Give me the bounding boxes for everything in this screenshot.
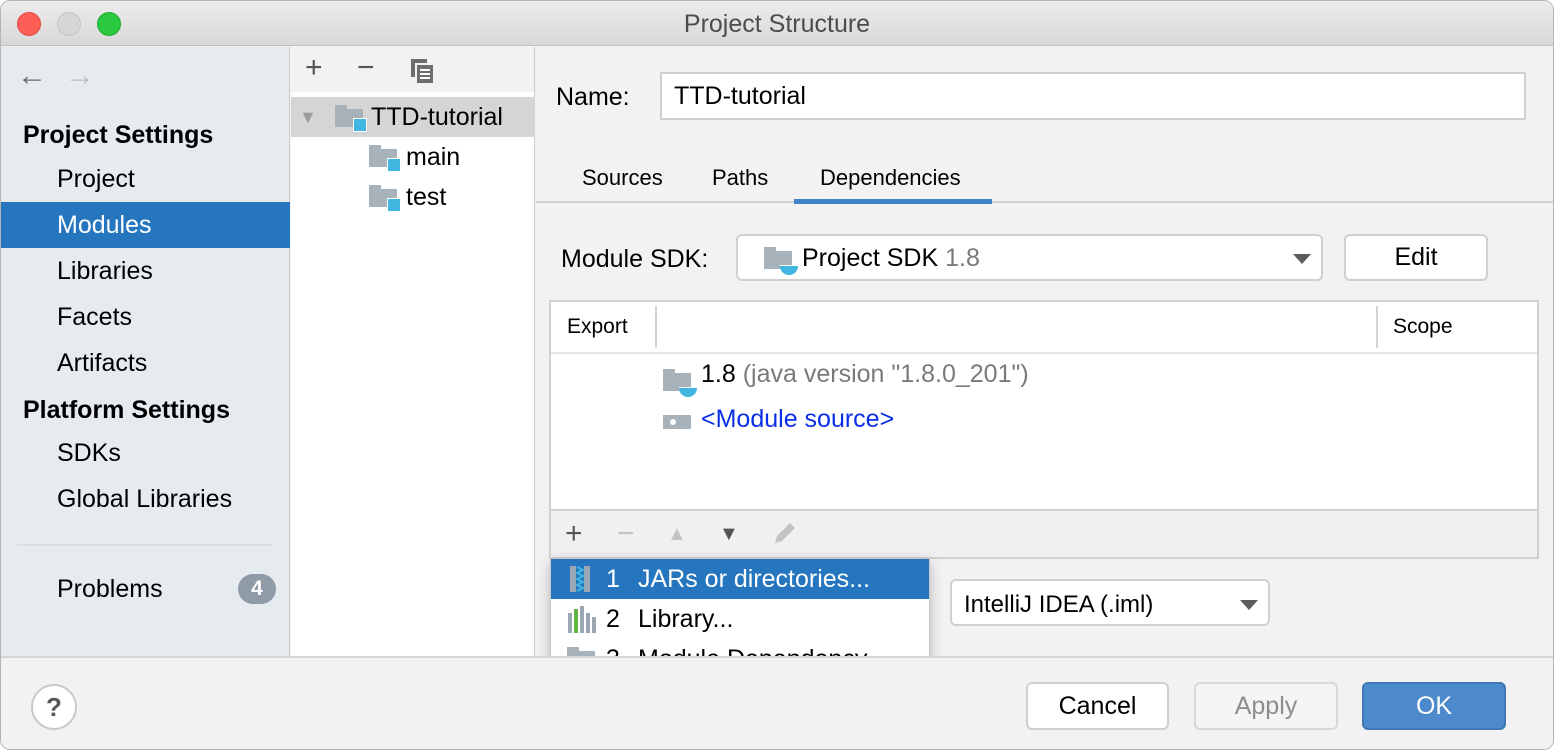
dialog-footer: ? Cancel Apply OK [1, 656, 1553, 749]
menu-item-library[interactable]: 2 Library... [551, 599, 929, 639]
chevron-down-icon [1240, 600, 1258, 610]
tree-node-test[interactable]: test [291, 177, 535, 217]
arrow-right-icon[interactable]: → [65, 59, 95, 93]
dependency-name: 1.8 [701, 360, 736, 388]
jar-icon [570, 566, 590, 592]
module-source-icon [663, 415, 691, 429]
sidebar-divider [17, 544, 273, 546]
tab-dependencies[interactable]: Dependencies [820, 165, 961, 191]
expand-toggle-icon[interactable]: ▼ [299, 97, 317, 137]
menu-item-number: 1 [606, 565, 620, 593]
tree-node-label: test [406, 183, 447, 211]
module-folder-icon [369, 144, 401, 172]
module-tree-panel: + − ▼ TTD-tutorial main test [291, 47, 535, 656]
arrow-left-icon[interactable]: ← [17, 59, 47, 93]
tree-node-main[interactable]: main [291, 137, 535, 177]
tree-node-label: main [406, 143, 461, 171]
project-structure-dialog: Project Structure ← → Project Settings Pr… [0, 0, 1554, 750]
chevron-down-icon [1293, 254, 1311, 264]
sidebar-item-modules[interactable]: Modules [1, 202, 290, 248]
sidebar-item-facets[interactable]: Facets [1, 294, 290, 340]
ok-button[interactable]: OK [1362, 682, 1506, 730]
menu-item-number: 2 [606, 605, 620, 633]
column-header-export[interactable]: Export [567, 302, 628, 352]
problems-label: Problems [57, 575, 163, 603]
remove-dependency-button[interactable]: − [617, 517, 635, 551]
menu-item-label: JARs or directories... [638, 565, 871, 593]
tab-sources[interactable]: Sources [582, 165, 663, 191]
library-icon [568, 606, 596, 633]
menu-item-jars-or-directories[interactable]: 1 JARs or directories... [551, 559, 929, 599]
tree-node-ttd-tutorial[interactable]: ▼ TTD-tutorial [291, 97, 535, 137]
help-button[interactable]: ? [31, 684, 77, 730]
sidebar-item-global-libraries[interactable]: Global Libraries [1, 476, 290, 522]
copy-module-button[interactable] [409, 57, 435, 91]
tree-toolbar: + − [291, 47, 534, 92]
sidebar-item-problems[interactable]: Problems 4 [1, 566, 290, 612]
window-title: Project Structure [683, 10, 871, 38]
dependencies-toolbar: + − ▲ ▼ [549, 509, 1539, 559]
add-module-button[interactable]: + [305, 51, 323, 85]
edit-dependency-button[interactable] [771, 519, 799, 555]
navigation-arrows: ← → [17, 59, 113, 93]
dependency-detail: (java version "1.8.0_201") [742, 360, 1029, 388]
menu-item-label: Library... [638, 605, 734, 633]
problems-count-badge: 4 [238, 574, 276, 604]
move-up-button[interactable]: ▲ [667, 523, 687, 546]
title-bar: Project Structure [1, 1, 1553, 46]
project-settings-heading: Project Settings [23, 121, 214, 149]
active-tab-indicator [794, 199, 992, 204]
module-folder-icon [335, 104, 367, 132]
module-sdk-dropdown[interactable]: Project SDK 1.8 [736, 234, 1323, 281]
table-header-divider [551, 352, 1537, 354]
pencil-icon [775, 523, 795, 543]
sidebar-item-project[interactable]: Project [1, 156, 290, 202]
move-down-button[interactable]: ▼ [719, 523, 739, 546]
module-sdk-label: Module SDK: [561, 245, 709, 273]
sidebar-item-artifacts[interactable]: Artifacts [1, 340, 290, 386]
edit-sdk-button[interactable]: Edit [1344, 234, 1488, 281]
name-label: Name: [556, 83, 630, 111]
copy-icon [411, 59, 433, 83]
module-tabs: Sources Paths Dependencies [536, 155, 1553, 204]
column-separator [655, 306, 657, 348]
tree-node-label: TTD-tutorial [371, 103, 503, 131]
module-name-input[interactable]: TTD-tutorial [660, 72, 1526, 120]
tab-paths[interactable]: Paths [712, 165, 768, 191]
module-format-dropdown[interactable]: IntelliJ IDEA (.iml) [950, 579, 1270, 626]
add-dependency-button[interactable]: + [565, 517, 583, 551]
column-separator [1376, 306, 1378, 348]
module-format-value: IntelliJ IDEA (.iml) [964, 591, 1154, 618]
column-header-scope[interactable]: Scope [1393, 302, 1453, 352]
cancel-button[interactable]: Cancel [1026, 682, 1169, 730]
sidebar-item-libraries[interactable]: Libraries [1, 248, 290, 294]
module-sdk-version: 1.8 [945, 244, 980, 272]
settings-sidebar: ← → Project Settings Project Modules Libr… [1, 47, 290, 656]
sidebar-item-sdks[interactable]: SDKs [1, 430, 290, 476]
remove-module-button[interactable]: − [357, 51, 375, 85]
platform-settings-heading: Platform Settings [23, 396, 230, 424]
module-source-link[interactable]: <Module source> [701, 405, 894, 434]
jdk-folder-icon [764, 246, 798, 275]
apply-button[interactable]: Apply [1194, 682, 1338, 730]
module-sdk-value: Project SDK [802, 244, 939, 272]
module-folder-icon [369, 184, 401, 212]
jdk-folder-icon [663, 368, 697, 397]
